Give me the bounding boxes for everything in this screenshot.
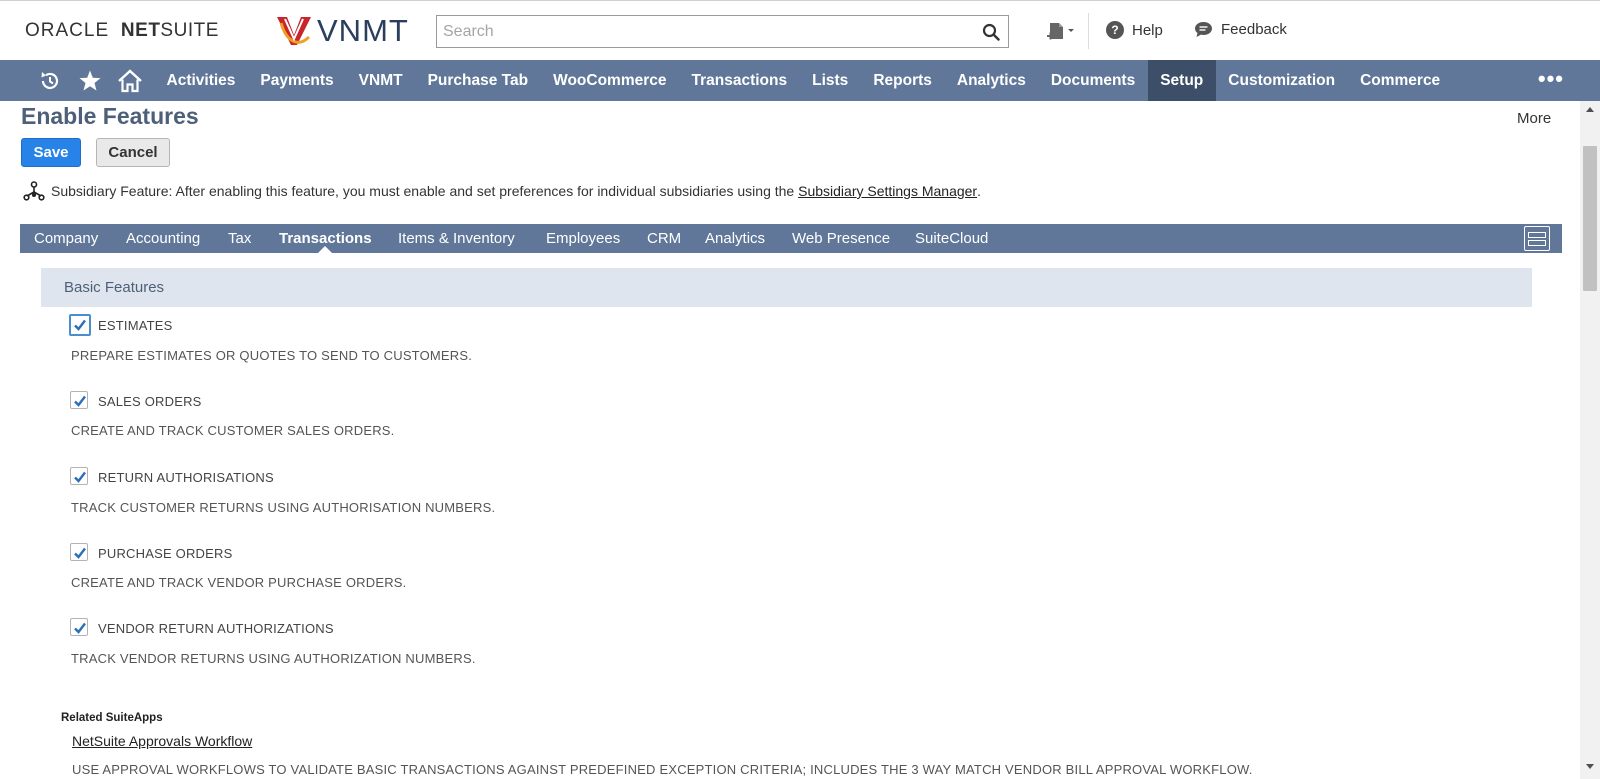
feature-label: SALES ORDERS: [98, 394, 202, 409]
global-search[interactable]: [436, 15, 1009, 48]
vendor-return-authorizations-checkbox[interactable]: [70, 618, 88, 636]
nav-item-documents[interactable]: Documents: [1038, 60, 1147, 101]
nav-more-icon[interactable]: •••: [1538, 60, 1564, 101]
page-title: Enable Features: [21, 103, 199, 129]
logo-net-text: NET: [120, 20, 161, 41]
feedback-label: Feedback: [1221, 21, 1287, 38]
nav-item-reports[interactable]: Reports: [861, 60, 945, 101]
nav-item-vnmt[interactable]: VNMT: [346, 60, 415, 101]
feature-label: ESTIMATES: [98, 318, 173, 333]
help-icon: ?: [1106, 21, 1124, 39]
more-menu[interactable]: More: [1517, 110, 1551, 127]
feature-label: PURCHASE ORDERS: [98, 546, 233, 561]
tab-employees[interactable]: Employees: [546, 224, 620, 253]
search-icon[interactable]: [982, 23, 1000, 41]
nav-item-commerce[interactable]: Commerce: [1348, 60, 1453, 101]
logo-suite-text: SUITE: [160, 20, 219, 41]
vnmt-logo-icon: [277, 17, 311, 45]
related-suiteapps-title: Related SuiteApps: [61, 712, 163, 724]
cancel-button[interactable]: Cancel: [96, 138, 170, 167]
subsidiary-note-end: .: [977, 183, 981, 199]
subsidiary-feature-note: Subsidiary Feature: After enabling this …: [23, 181, 981, 203]
section-header-basic-features[interactable]: Basic Features: [41, 268, 1532, 307]
feature-description: TRACK CUSTOMER RETURNS USING AUTHORISATI…: [71, 500, 496, 515]
netsuite-approvals-workflow-link[interactable]: NetSuite Approvals Workflow: [72, 733, 252, 749]
oracle-netsuite-logo[interactable]: ORACLE NETSUITE: [25, 20, 219, 42]
help-link[interactable]: ? Help: [1106, 21, 1163, 39]
layout-toggle-icon[interactable]: [1524, 226, 1550, 251]
nav-item-woocommerce[interactable]: WooCommerce: [541, 60, 679, 101]
favorites-star-icon[interactable]: [70, 60, 110, 101]
feedback-link[interactable]: Feedback: [1194, 21, 1287, 38]
scroll-up-arrow-icon[interactable]: [1586, 107, 1594, 112]
feature-description: CREATE AND TRACK CUSTOMER SALES ORDERS.: [71, 423, 395, 438]
tab-company[interactable]: Company: [34, 224, 98, 253]
nav-item-purchase-tab[interactable]: Purchase Tab: [415, 60, 541, 101]
tab-transactions[interactable]: Transactions: [279, 224, 372, 253]
return-authorisations-checkbox[interactable]: [70, 467, 88, 485]
subsidiary-settings-manager-link[interactable]: Subsidiary Settings Manager: [798, 183, 977, 199]
nav-item-lists[interactable]: Lists: [800, 60, 861, 101]
estimates-checkbox[interactable]: [69, 314, 91, 336]
scroll-down-arrow-icon[interactable]: [1586, 764, 1594, 769]
scrollbar-thumb[interactable]: [1583, 146, 1597, 291]
tab-items-inventory[interactable]: Items & Inventory: [398, 224, 515, 253]
nav-item-activities[interactable]: Activities: [154, 60, 248, 101]
tab-tax[interactable]: Tax: [228, 224, 251, 253]
feature-label: VENDOR RETURN AUTHORIZATIONS: [98, 621, 334, 636]
search-input[interactable]: [437, 16, 957, 47]
feedback-icon: [1195, 22, 1212, 37]
tab-accounting[interactable]: Accounting: [126, 224, 200, 253]
company-logo[interactable]: VNMT: [275, 13, 409, 49]
recent-history-icon[interactable]: [30, 60, 70, 101]
logo-oracle-text: ORACLE: [25, 20, 110, 41]
feature-label: RETURN AUTHORISATIONS: [98, 470, 274, 485]
recent-records-icon[interactable]: [1046, 21, 1076, 43]
feature-description: TRACK VENDOR RETURNS USING AUTHORIZATION…: [71, 651, 476, 666]
feature-description: PREPARE ESTIMATES OR QUOTES TO SEND TO C…: [71, 348, 473, 363]
feature-subtabs: Company Accounting Tax Transactions Item…: [20, 224, 1562, 253]
header: ORACLE NETSUITE VNMT ? Help Fee: [0, 0, 1600, 60]
tab-suitecloud[interactable]: SuiteCloud: [915, 224, 988, 253]
tab-crm[interactable]: CRM: [647, 224, 681, 253]
section-title: Basic Features: [64, 279, 165, 296]
home-icon[interactable]: [110, 60, 150, 101]
feature-description: CREATE AND TRACK VENDOR PURCHASE ORDERS.: [71, 575, 407, 590]
tab-web-presence[interactable]: Web Presence: [792, 224, 890, 253]
tab-analytics[interactable]: Analytics: [705, 224, 765, 253]
purchase-orders-checkbox[interactable]: [70, 543, 88, 561]
nav-item-analytics[interactable]: Analytics: [944, 60, 1038, 101]
nav-item-transactions[interactable]: Transactions: [679, 60, 800, 101]
nav-item-payments[interactable]: Payments: [248, 60, 346, 101]
subsidiary-note-text: Subsidiary Feature: After enabling this …: [51, 183, 799, 199]
nav-item-customization[interactable]: Customization: [1216, 60, 1348, 101]
nav-item-setup[interactable]: Setup: [1147, 60, 1216, 101]
help-label: Help: [1132, 21, 1163, 39]
main-nav: Activities Payments VNMT Purchase Tab Wo…: [0, 60, 1600, 101]
subsidiary-hierarchy-icon: [23, 181, 45, 201]
sales-orders-checkbox[interactable]: [70, 391, 88, 409]
header-divider: [1088, 13, 1089, 49]
save-button[interactable]: Save: [21, 138, 81, 167]
company-logo-text: VNMT: [317, 13, 409, 48]
related-suiteapp-description: USE APPROVAL WORKFLOWS TO VALIDATE BASIC…: [72, 762, 1253, 777]
page-scrollbar[interactable]: [1580, 101, 1600, 779]
